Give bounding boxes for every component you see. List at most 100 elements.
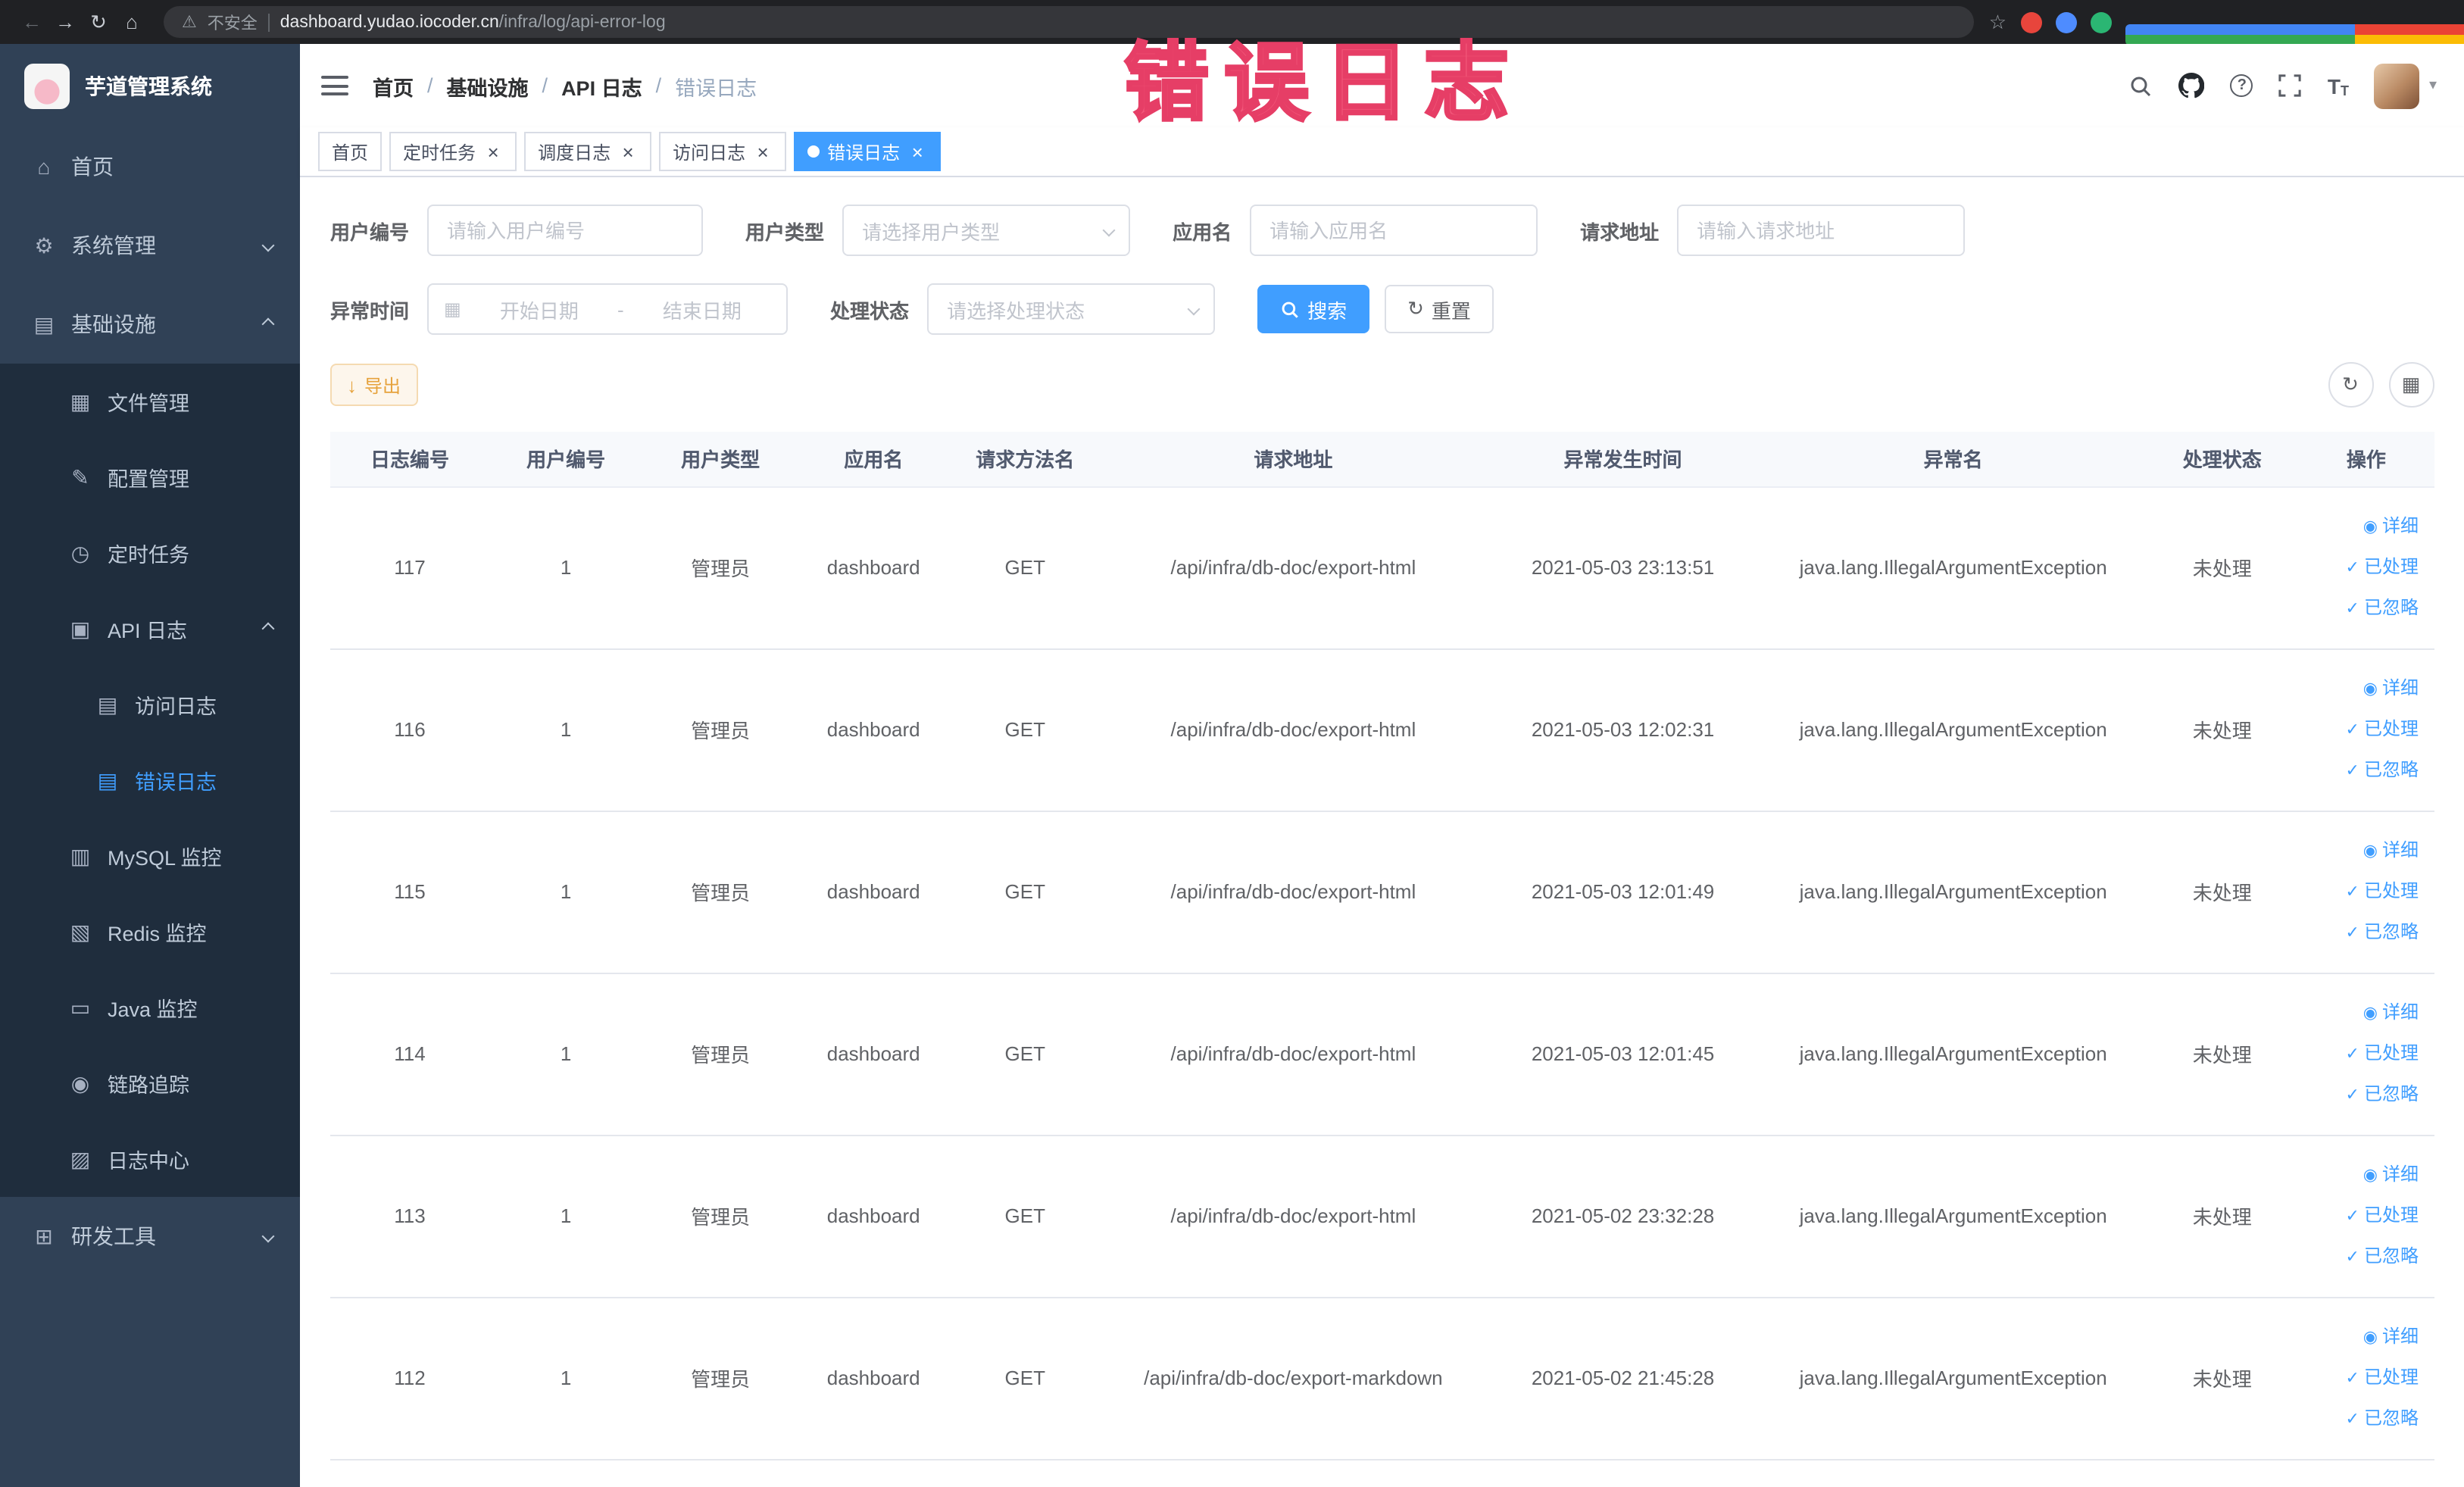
reload-icon[interactable]: ↻	[82, 10, 115, 34]
extension-icon-red[interactable]	[2020, 11, 2041, 33]
logo-avatar	[24, 63, 70, 108]
sidebar-item-java[interactable]: ▭ Java 监控	[0, 970, 300, 1045]
export-button[interactable]: ↓ 导出	[330, 364, 418, 406]
eye-icon: ◉	[2363, 1004, 2378, 1023]
sidebar-item-trace[interactable]: ◉ 链路追踪	[0, 1045, 300, 1121]
tab-home[interactable]: 首页	[318, 132, 383, 171]
address-bar[interactable]: ⚠ 不安全 dashboard.yudao.iocoder.cn/infra/l…	[164, 6, 1974, 38]
extension-icon-grid[interactable]	[2125, 23, 2464, 45]
tab-access-log[interactable]: 访问日志 ×	[659, 132, 787, 171]
close-icon[interactable]: ×	[483, 142, 503, 161]
handled-link[interactable]: ✓ 已处理	[2299, 1195, 2419, 1236]
ignored-link[interactable]: ✓ 已忽略	[2299, 912, 2419, 953]
ignored-link[interactable]: ✓ 已忽略	[2299, 588, 2419, 629]
sidebar-item-job[interactable]: ◷ 定时任务	[0, 515, 300, 591]
check-icon: ✓	[2345, 721, 2359, 739]
browser-home-icon[interactable]: ⌂	[115, 11, 148, 33]
ignored-link[interactable]: ✓ 已忽略	[2299, 750, 2419, 791]
back-icon[interactable]: ←	[15, 11, 48, 33]
help-icon[interactable]: ?	[2230, 74, 2253, 97]
bookmark-star-icon[interactable]: ☆	[1989, 10, 2006, 34]
close-icon[interactable]: ×	[753, 142, 773, 161]
sidebar-item-system[interactable]: ⚙ 系统管理	[0, 206, 300, 285]
log-center-icon: ▨	[70, 1146, 91, 1170]
col-status: 处理状态	[2145, 432, 2299, 487]
user-id-input[interactable]	[427, 205, 704, 256]
extension-icon-blue[interactable]	[2055, 11, 2076, 33]
log-id-cell: 117	[330, 486, 490, 649]
handled-link[interactable]: ✓ 已处理	[2299, 1033, 2419, 1074]
sidebar-item-mysql[interactable]: ▥ MySQL 监控	[0, 818, 300, 894]
app-logo[interactable]: 芋道管理系统	[0, 44, 300, 127]
close-icon[interactable]: ×	[907, 142, 927, 161]
close-icon[interactable]: ×	[618, 142, 638, 161]
browser-toolbar: ← → ↻ ⌂ ⚠ 不安全 dashboard.yudao.iocoder.cn…	[0, 0, 2464, 45]
actions-cell: ◉ 详细 ✓ 已处理 ✓ 已忽略	[2298, 1135, 2434, 1298]
request-url-input[interactable]	[1677, 205, 1966, 256]
ignored-link[interactable]: ✓ 已忽略	[2299, 1398, 2419, 1439]
col-request-url: 请求地址	[1101, 432, 1485, 487]
active-dot	[807, 145, 820, 158]
sidebar-item-file[interactable]: ▦ 文件管理	[0, 364, 300, 439]
home-icon: ⌂	[37, 155, 51, 179]
font-size-icon[interactable]: TT	[2328, 73, 2349, 98]
status-cell: 未处理	[2145, 1297, 2299, 1460]
sidebar-item-label: 日志中心	[108, 1150, 189, 1173]
detail-link[interactable]: ◉ 详细	[2299, 506, 2419, 547]
date-range-picker[interactable]: ▦ 开始日期 - 结束日期	[427, 283, 789, 335]
hamburger-icon[interactable]	[321, 76, 348, 95]
filter-user-id: 用户编号	[330, 205, 704, 256]
sidebar-item-label: Java 监控	[108, 998, 198, 1021]
tab-schedule-log[interactable]: 调度日志 ×	[524, 132, 652, 171]
ignored-link[interactable]: ✓ 已忽略	[2299, 1236, 2419, 1277]
log-id-cell: 116	[330, 648, 490, 811]
sidebar-item-label: Redis 监控	[108, 923, 207, 945]
search-button[interactable]: 搜索	[1257, 285, 1370, 333]
detail-label: 详细	[2381, 677, 2419, 698]
sidebar-item-log-center[interactable]: ▨ 日志中心	[0, 1121, 300, 1197]
sidebar-item-home[interactable]: ⌂ 首页	[0, 127, 300, 206]
detail-link[interactable]: ◉ 详细	[2299, 830, 2419, 871]
sidebar-item-error-log[interactable]: ▤ 错误日志	[0, 742, 300, 818]
fullscreen-icon[interactable]	[2279, 74, 2302, 97]
reset-button[interactable]: ↻ 重置	[1385, 285, 1494, 333]
process-status-select[interactable]: 请选择处理状态	[927, 283, 1216, 335]
handled-link[interactable]: ✓ 已处理	[2299, 709, 2419, 750]
user-type-select[interactable]: 请选择用户类型	[842, 205, 1131, 256]
handled-link[interactable]: ✓ 已处理	[2299, 871, 2419, 912]
tab-job[interactable]: 定时任务 ×	[389, 132, 517, 171]
detail-link[interactable]: ◉ 详细	[2299, 1154, 2419, 1195]
column-settings-button[interactable]: ▦	[2388, 362, 2434, 408]
detail-link[interactable]: ◉ 详细	[2299, 1317, 2419, 1357]
search-icon[interactable]	[2129, 73, 2153, 98]
forward-icon[interactable]: →	[48, 11, 82, 33]
breadcrumb-item[interactable]: 基础设施	[447, 70, 529, 101]
tab-label: 首页	[332, 142, 369, 163]
sidebar-item-dev-tools[interactable]: ⊞ 研发工具	[0, 1197, 300, 1276]
sidebar-item-api-log[interactable]: ▣ API 日志	[0, 591, 300, 667]
sidebar-item-access-log[interactable]: ▤ 访问日志	[0, 667, 300, 742]
detail-link[interactable]: ◉ 详细	[2299, 992, 2419, 1033]
ignored-link[interactable]: ✓ 已忽略	[2299, 1074, 2419, 1115]
sidebar-item-config[interactable]: ✎ 配置管理	[0, 439, 300, 515]
file-icon: ▦	[70, 389, 91, 413]
table-row: 115 1 管理员 dashboard GET /api/infra/db-do…	[330, 811, 2434, 973]
actions-cell: ◉ 详细 ✓ 已处理 ✓ 已忽略	[2298, 1297, 2434, 1460]
tab-error-log[interactable]: 错误日志 ×	[794, 132, 942, 171]
github-icon[interactable]	[2178, 73, 2205, 98]
user-menu[interactable]: ▾	[2374, 63, 2437, 108]
refresh-table-button[interactable]: ↻	[2328, 362, 2373, 408]
breadcrumb-item[interactable]: API 日志	[561, 70, 642, 101]
breadcrumb-item[interactable]: 首页	[373, 70, 414, 101]
main-area: 首页 / 基础设施 / API 日志 / 错误日志 ? T T ▾ 首页 定时任…	[300, 44, 2464, 1487]
extension-icon-green[interactable]	[2090, 11, 2111, 33]
detail-link[interactable]: ◉ 详细	[2299, 668, 2419, 709]
handled-link[interactable]: ✓ 已处理	[2299, 547, 2419, 588]
app-name-input[interactable]	[1250, 205, 1538, 256]
exception-time-cell: 2021-05-03 23:13:51	[1485, 486, 1761, 649]
sidebar-item-infra[interactable]: ▤ 基础设施	[0, 285, 300, 364]
chevron-down-icon	[1102, 223, 1116, 237]
sidebar-item-label: 基础设施	[71, 312, 156, 336]
handled-link[interactable]: ✓ 已处理	[2299, 1357, 2419, 1398]
sidebar-item-redis[interactable]: ▧ Redis 监控	[0, 894, 300, 970]
